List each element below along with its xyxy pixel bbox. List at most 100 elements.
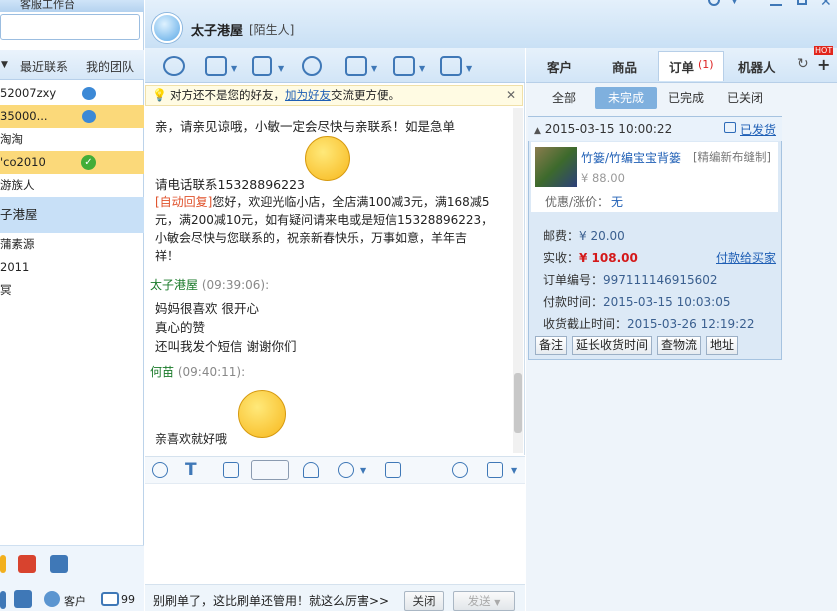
shipped-status-link[interactable]: 已发货 [740, 121, 776, 138]
friend-notice: 💡 对方还不是您的好友，加为好友交流更方便。 ✕ [145, 85, 523, 106]
contact-item[interactable]: 52007zxy [0, 82, 144, 105]
message-time: (09:40:11): [177, 365, 246, 379]
auto-reply: [自动回复]您好，欢迎光临小店，全店满100减3元，满168减5 元，满200减… [155, 193, 515, 265]
tab-product[interactable]: 商品 [612, 57, 637, 76]
contact-item[interactable]: 冥 [0, 279, 144, 302]
mail-icon[interactable] [101, 592, 119, 606]
filter-all[interactable]: 全部 [533, 87, 595, 109]
scissors-icon[interactable] [251, 460, 289, 480]
chevron-down-icon[interactable]: ▼ [494, 598, 500, 607]
order-no-value: 997111146915602 [603, 273, 718, 287]
list-icon[interactable] [14, 590, 32, 608]
chevron-down-icon[interactable]: ▼ [511, 466, 517, 475]
contact-item[interactable]: 35000... [0, 105, 144, 128]
close-button[interactable]: 关闭 [404, 591, 444, 611]
transfer-icon[interactable] [205, 56, 227, 76]
tab-team[interactable]: 我的团队 [86, 58, 134, 75]
collapse-icon[interactable]: ▲ [534, 126, 541, 136]
app-icon[interactable] [0, 591, 6, 609]
quick-reply-icon[interactable] [452, 462, 468, 478]
app-title: 客服工作台 [0, 0, 144, 12]
contact-name: 冥 [0, 283, 12, 297]
smiley-icon[interactable] [152, 462, 168, 478]
chevron-icon[interactable]: ▼ [1, 60, 8, 70]
message-input[interactable] [145, 484, 525, 584]
customer-icon[interactable] [44, 591, 60, 607]
contact-item[interactable]: 'co2010 ✓ [0, 151, 144, 174]
extend-receipt-button[interactable]: 延长收货时间 [572, 336, 652, 355]
tab-order[interactable]: 订单 [669, 57, 694, 76]
minimize-icon[interactable] [770, 4, 782, 6]
hot-badge: HOT [814, 46, 834, 55]
message-text: 请电话联系15328896223 [155, 177, 305, 192]
promo-tip-link[interactable]: 别刷单了，这比刷单还管用！就这么厉害>> [153, 592, 389, 609]
stranger-tag: [陌生人] [249, 23, 295, 37]
product-price: ¥ 88.00 [581, 171, 625, 185]
chevron-down-icon[interactable]: ▼ [466, 64, 472, 73]
discount-label: 优惠/涨价： [545, 195, 610, 209]
tab-customer[interactable]: 客户 [547, 57, 572, 76]
shipping-row: 邮费：¥ 20.00 [543, 227, 625, 244]
shop-icon[interactable] [18, 555, 36, 573]
scroll-thumb[interactable] [514, 373, 522, 433]
address-button[interactable]: 地址 [706, 336, 738, 355]
heart-icon[interactable] [338, 462, 354, 478]
contact-item[interactable]: 游族人 [0, 174, 144, 197]
video-icon[interactable] [252, 56, 272, 76]
paid-value: ¥ 108.00 [579, 251, 638, 265]
contact-name: 2011 [0, 260, 30, 274]
screen-share-icon[interactable] [345, 56, 367, 76]
search-input[interactable] [0, 14, 140, 40]
chevron-down-icon[interactable]: ▼ [360, 466, 366, 475]
pay-buyer-link[interactable]: 付款给买家 [716, 249, 776, 266]
chevron-down-icon[interactable]: ▼ [371, 64, 377, 73]
chat-icon[interactable] [163, 56, 185, 76]
add-icon[interactable]: + [817, 55, 830, 74]
auto-reply-line: 元，满200减10元，如有疑问请来电或是短信15328896223， [155, 213, 494, 227]
refresh-icon[interactable]: ↻ [797, 56, 809, 72]
shipping-label: 邮费： [543, 229, 580, 243]
tab-recent[interactable]: 最近联系 [20, 58, 68, 75]
remark-button[interactable]: 备注 [535, 336, 567, 355]
app-icon[interactable] [0, 555, 6, 573]
deadline-label: 收货截止时间： [543, 317, 628, 331]
calendar-add-icon[interactable] [440, 56, 462, 76]
image-icon[interactable] [223, 462, 239, 478]
order-no-row: 订单编号：997111146915602 [543, 271, 718, 288]
contact-item[interactable]: 淘淘 [0, 128, 144, 151]
message-text: 真心的赞 [155, 320, 206, 335]
message-text: 亲喜欢就好哦 [155, 432, 228, 446]
add-friend-link[interactable]: 加为好友 [285, 88, 331, 102]
product-thumbnail[interactable] [535, 147, 577, 187]
contact-item[interactable]: 2011 [0, 256, 144, 279]
book-icon[interactable] [50, 555, 68, 573]
chevron-down-icon[interactable]: ▼ [278, 64, 284, 73]
paid-label: 实收： [543, 251, 580, 265]
shake-icon[interactable] [303, 462, 319, 478]
send-button[interactable]: 发送 ▼ [453, 591, 515, 611]
maximize-icon[interactable] [797, 0, 807, 5]
chevron-down-icon[interactable]: ▼ [731, 0, 738, 6]
contact-item-current[interactable]: 子港屋 [0, 197, 144, 233]
filter-closed[interactable]: 已关闭 [715, 87, 775, 109]
contact-item[interactable]: 蒲素源 [0, 233, 144, 256]
message-text: 妈妈很喜欢 很开心 [155, 301, 259, 316]
order-no-label: 订单编号： [543, 273, 604, 287]
chevron-down-icon[interactable]: ▼ [231, 64, 237, 73]
close-icon[interactable]: ✕ [820, 0, 832, 10]
chevron-down-icon[interactable]: ▼ [419, 64, 425, 73]
font-icon[interactable]: T [185, 460, 197, 480]
close-icon[interactable]: ✕ [506, 86, 516, 105]
logistics-button[interactable]: 查物流 [657, 336, 701, 355]
filter-complete[interactable]: 已完成 [657, 87, 715, 109]
calculator-icon[interactable] [385, 462, 401, 478]
avatar[interactable] [152, 13, 182, 43]
alarm-icon[interactable] [393, 56, 415, 76]
record-icon[interactable] [487, 462, 503, 478]
tab-robot[interactable]: 机器人 [738, 57, 776, 76]
auto-reply-tag: [自动回复] [155, 195, 213, 209]
input-toolbar: T ▼ ▼ [145, 456, 525, 484]
filter-incomplete[interactable]: 未完成 [595, 87, 657, 109]
product-title-link[interactable]: 竹篓/竹编宝宝背篓 [581, 149, 681, 166]
add-user-icon[interactable] [302, 56, 322, 76]
